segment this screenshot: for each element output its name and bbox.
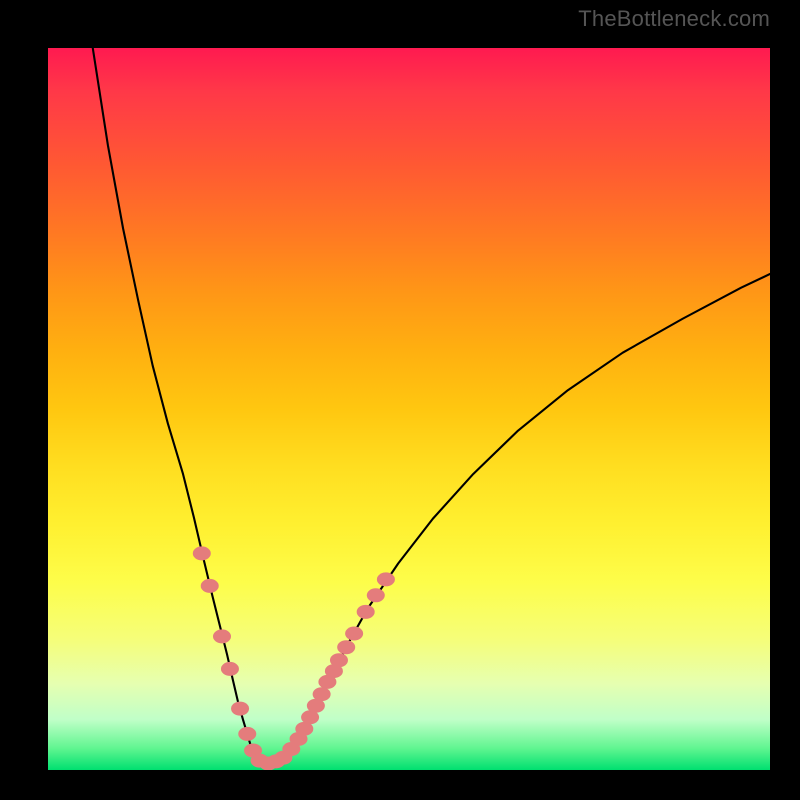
bottleneck-curve (93, 48, 770, 764)
chart-container: TheBottleneck.com (0, 0, 800, 800)
watermark-text: TheBottleneck.com (578, 6, 770, 32)
chart-svg (48, 48, 770, 770)
highlight-dots (193, 546, 395, 770)
plot-area (48, 48, 770, 770)
